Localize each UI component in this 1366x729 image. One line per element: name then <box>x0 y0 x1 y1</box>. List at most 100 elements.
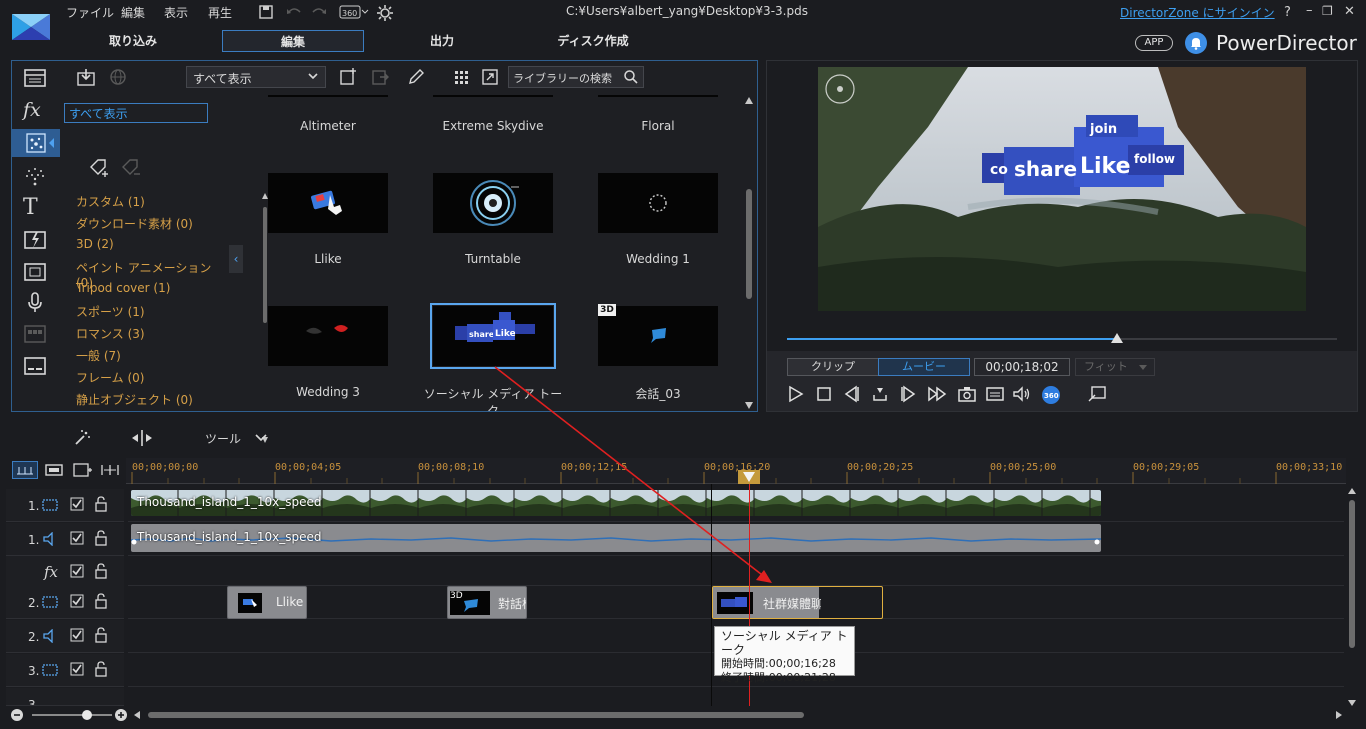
timeline-ruler[interactable]: 00;00;00;00 00;00;04;05 00;00;08;10 00;0… <box>126 458 1346 484</box>
download-content-icon[interactable] <box>108 67 128 87</box>
object-title[interactable]: Extreme Skydive <box>418 119 568 133</box>
storyboard-view-icon[interactable] <box>44 461 64 479</box>
timeline-horizontal-scrollbar[interactable] <box>132 708 1344 722</box>
fast-forward-icon[interactable] <box>927 385 947 403</box>
track-enable-checkbox[interactable] <box>70 497 84 511</box>
360-view-icon[interactable]: 360 <box>339 4 369 22</box>
menu-play[interactable]: 再生 <box>208 4 232 21</box>
tab-disc-creation[interactable]: ディスク作成 <box>538 30 648 52</box>
object-title[interactable]: 会話_03 <box>583 385 733 402</box>
category-item[interactable]: カスタム (1) <box>76 193 145 210</box>
add-object-icon[interactable] <box>338 67 358 87</box>
preview-video-frame[interactable]: co share Like join follow <box>818 67 1306 311</box>
previous-frame-icon[interactable] <box>843 385 863 403</box>
tools-menu-label[interactable]: ツール <box>205 430 241 447</box>
media-room-icon[interactable] <box>23 67 47 91</box>
category-item[interactable]: Tripod cover (1) <box>76 281 170 295</box>
lock-icon[interactable] <box>94 563 108 579</box>
tag-add-icon[interactable] <box>88 157 110 179</box>
object-title[interactable]: Wedding 1 <box>583 252 733 266</box>
category-item[interactable]: 一般 (7) <box>76 347 121 364</box>
object-title[interactable]: ソーシャル メディア トーク <box>418 385 568 411</box>
library-scrollbar[interactable] <box>745 97 753 409</box>
zoom-in-icon[interactable] <box>114 708 128 722</box>
category-item[interactable]: 静止オブジェクト (0) <box>76 391 193 408</box>
object-title[interactable]: Altimeter <box>253 119 403 133</box>
track-enable-checkbox[interactable] <box>70 662 84 676</box>
timecode-display[interactable]: 00;00;18;02 <box>974 358 1070 376</box>
tab-capture[interactable]: 取り込み <box>80 30 186 52</box>
undock-preview-icon[interactable] <box>1087 385 1107 403</box>
pencil-edit-icon[interactable] <box>406 67 426 87</box>
menu-edit[interactable]: 編集 <box>121 4 145 21</box>
playhead-handle[interactable] <box>738 470 760 484</box>
zoom-slider-thumb[interactable] <box>82 710 92 720</box>
search-icon[interactable] <box>623 69 639 85</box>
fireworks-icon[interactable] <box>23 165 47 189</box>
object-thumbnail-wedding1[interactable] <box>598 173 718 233</box>
object-clip-social-media-talk[interactable]: 社群媒體聊 <box>712 586 883 619</box>
next-frame-icon[interactable] <box>899 385 919 403</box>
360-degree-view-icon[interactable]: 360 <box>1041 385 1061 404</box>
zoom-out-icon[interactable] <box>10 708 24 722</box>
title-room-icon[interactable]: T <box>23 195 47 220</box>
fit-timeline-icon[interactable] <box>100 461 120 479</box>
split-icon[interactable] <box>871 385 891 403</box>
volume-icon[interactable] <box>1011 385 1031 403</box>
microphone-icon[interactable] <box>23 291 47 315</box>
transition-room-icon[interactable] <box>23 229 47 253</box>
library-filter-select[interactable]: すべて表示 <box>186 66 326 88</box>
pip-designer-icon[interactable] <box>23 261 47 285</box>
chevron-down-icon[interactable] <box>254 432 268 444</box>
object-title[interactable]: Wedding 3 <box>253 385 403 399</box>
object-title[interactable]: Floral <box>583 119 733 133</box>
object-thumbnail-conversation03[interactable]: 3D <box>598 304 718 366</box>
lock-icon[interactable] <box>94 627 108 643</box>
help-button[interactable]: ? <box>1284 5 1291 20</box>
object-title[interactable]: Turntable <box>418 252 568 266</box>
close-button[interactable]: ✕ <box>1344 4 1355 19</box>
category-item[interactable]: ロマンス (3) <box>76 325 145 342</box>
maximize-button[interactable]: ❐ <box>1322 4 1333 18</box>
collapse-panel-button[interactable]: ‹ <box>229 245 243 273</box>
tab-edit[interactable]: 編集 <box>222 30 364 52</box>
zoom-fit-select[interactable]: フィット <box>1075 358 1155 376</box>
tab-produce[interactable]: 出力 <box>392 30 492 52</box>
object-thumbnail[interactable] <box>433 95 553 97</box>
category-item[interactable]: ダウンロード素材 (0) <box>76 215 193 232</box>
subtitle-room-icon[interactable] <box>23 355 47 379</box>
minimize-button[interactable]: – <box>1306 3 1313 18</box>
track-enable-checkbox[interactable] <box>70 564 84 578</box>
track-enable-checkbox[interactable] <box>70 628 84 642</box>
app-badge[interactable]: APP <box>1135 35 1173 51</box>
lock-icon[interactable] <box>94 593 108 609</box>
clip-mode-button[interactable]: クリップ <box>787 358 879 376</box>
subtitle-toggle-icon[interactable] <box>985 385 1005 403</box>
timeline-vertical-scrollbar[interactable] <box>1346 486 1358 708</box>
video-clip-thousand-island[interactable]: Thousand_island_1_10x_speed <box>131 490 1101 516</box>
library-search-input[interactable]: ライブラリーの検索 <box>508 66 644 88</box>
timeline-view-icon[interactable] <box>12 461 38 479</box>
menu-view[interactable]: 表示 <box>164 4 188 21</box>
category-item[interactable]: スポーツ (1) <box>76 303 145 320</box>
snapshot-camera-icon[interactable] <box>957 385 977 403</box>
track-enable-checkbox[interactable] <box>70 594 84 608</box>
track-enable-checkbox[interactable] <box>70 531 84 545</box>
magic-tools-icon[interactable] <box>72 428 92 448</box>
snap-split-icon[interactable] <box>130 428 154 448</box>
category-show-all[interactable]: すべて表示 <box>64 103 208 123</box>
object-thumbnail-social-media-talk[interactable]: share Like <box>430 303 556 369</box>
save-icon[interactable] <box>258 4 276 22</box>
category-item[interactable]: 3D (2) <box>76 237 114 251</box>
particle-room-icon[interactable] <box>12 129 60 157</box>
directorzone-signin-link[interactable]: DirectorZone にサインイン <box>1120 4 1275 21</box>
zoom-slider-track[interactable] <box>32 714 112 716</box>
fx-room-icon[interactable]: fx <box>23 99 47 123</box>
object-clip-llike[interactable]: Llike <box>227 586 307 619</box>
stop-icon[interactable] <box>815 385 835 403</box>
scrub-handle[interactable] <box>1111 333 1123 345</box>
undo-icon[interactable] <box>285 4 303 22</box>
movie-mode-button[interactable]: ムービー <box>878 358 970 376</box>
lock-icon[interactable] <box>94 496 108 512</box>
track-lane-fx[interactable] <box>128 556 1344 586</box>
